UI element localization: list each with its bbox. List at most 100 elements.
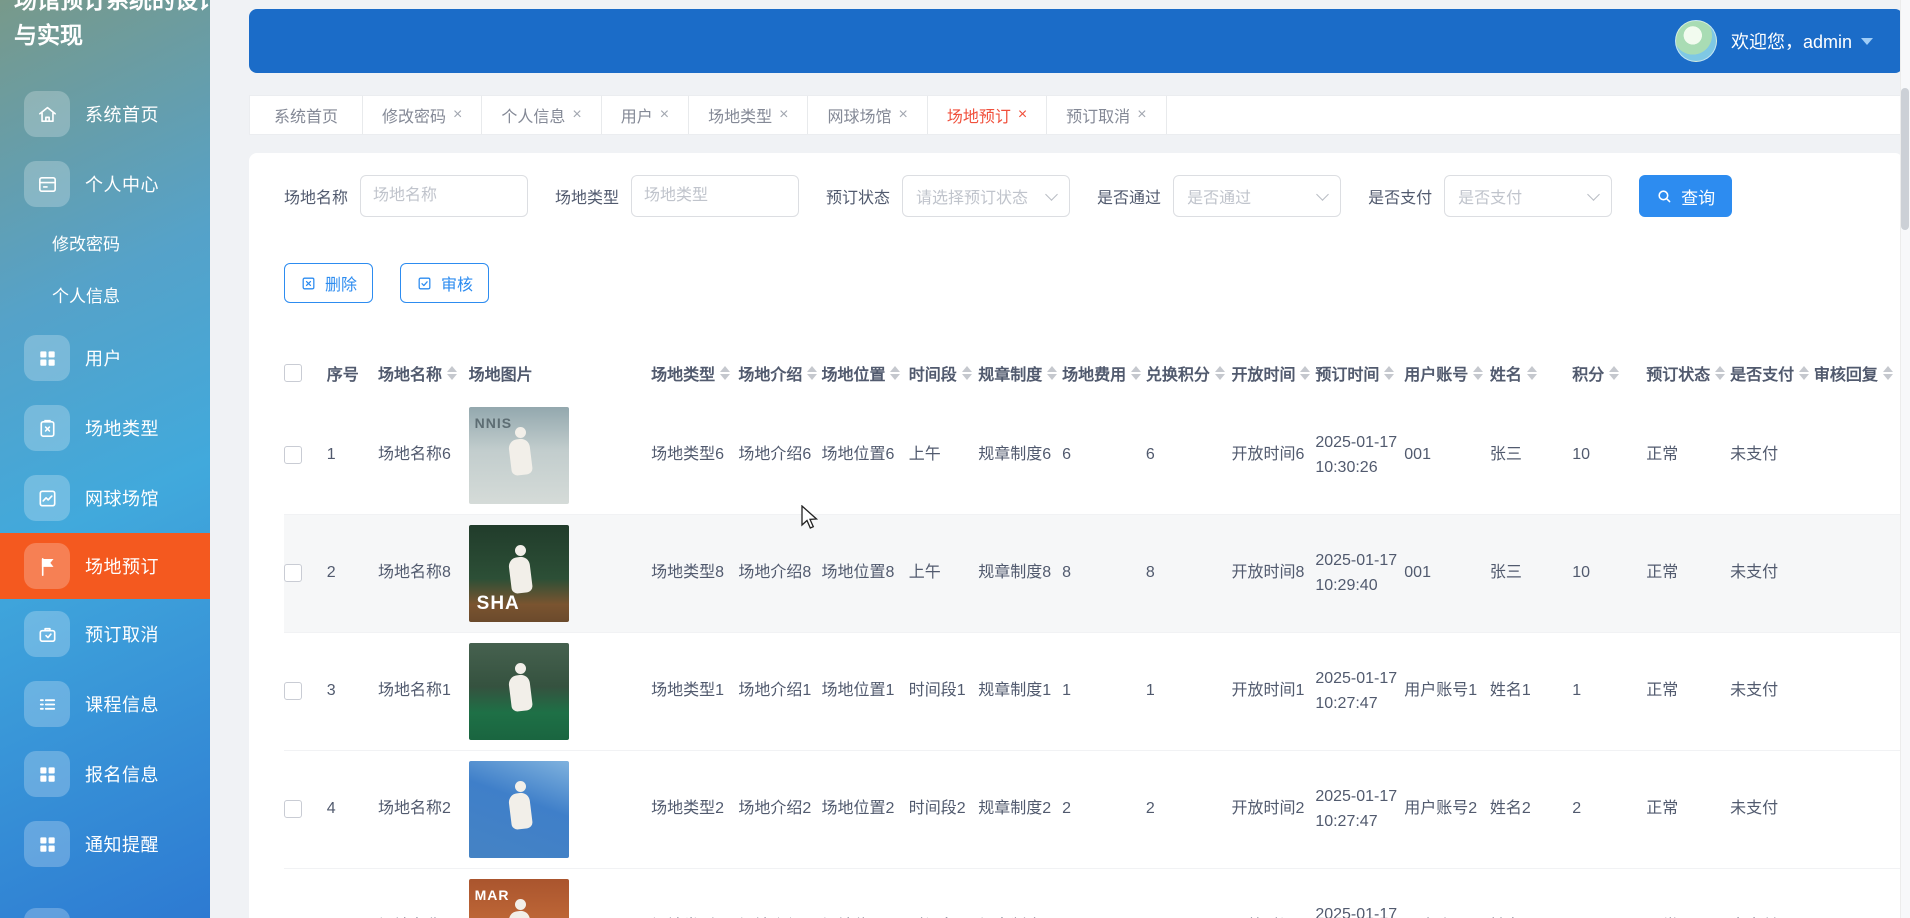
sidebar-item[interactable]: 预订取消 (0, 599, 210, 669)
column-header-label: 开放时间 (1231, 361, 1295, 385)
cell-checkbox (284, 515, 327, 633)
sidebar-item[interactable]: 网球场馆 (0, 463, 210, 533)
sort-caret-icon[interactable] (1527, 366, 1537, 380)
cell-location: 场地位置6 (821, 397, 908, 515)
sort-caret-icon[interactable] (1609, 366, 1619, 380)
select-all-checkbox[interactable] (284, 364, 302, 382)
filter-type-input[interactable] (631, 175, 799, 217)
cell-open_time: 开放时间1 (1231, 633, 1315, 751)
filter-pay-select[interactable]: 是否支付 (1444, 175, 1612, 217)
sidebar-item[interactable]: 通知提醒 (0, 809, 210, 879)
column-header: 开放时间 (1231, 349, 1315, 397)
cell-realname: 姓名2 (1490, 751, 1572, 869)
cell-seq: 5 (327, 869, 378, 918)
search-button[interactable]: 查询 (1639, 175, 1732, 217)
cell-points: 2 (1572, 751, 1646, 869)
cell-exchange: 1 (1146, 633, 1232, 751)
tab[interactable]: 场地预订 × (928, 96, 1047, 134)
column-header: 场地图片 (469, 349, 652, 397)
review-button[interactable]: 审核 (400, 263, 489, 303)
cell-rules: 规章制度1 (978, 633, 1062, 751)
tab[interactable]: 个人信息× (482, 96, 601, 134)
filter-name-input[interactable] (360, 175, 528, 217)
sort-caret-icon[interactable] (1047, 366, 1057, 380)
sidebar-item[interactable]: 课程信息 (0, 669, 210, 739)
cell-location: 场地位置3 (821, 869, 908, 918)
sidebar-subitem[interactable]: 个人信息 (0, 271, 210, 323)
sort-caret-icon[interactable] (1300, 366, 1310, 380)
sidebar-item[interactable]: 报名信息 (0, 739, 210, 809)
close-icon[interactable]: × (660, 106, 669, 124)
clipboard-icon (24, 405, 70, 451)
sort-caret-icon[interactable] (1715, 366, 1725, 380)
column-header: 预订时间 (1315, 349, 1404, 397)
column-header: 用户账号 (1404, 349, 1490, 397)
tab-label: 场地预订 (947, 103, 1011, 127)
close-icon[interactable]: × (779, 106, 788, 124)
photo-text: MAR (475, 885, 510, 907)
sort-caret-icon[interactable] (962, 366, 972, 380)
close-icon[interactable]: × (572, 106, 581, 124)
sidebar-item[interactable]: 场地预订 (0, 533, 210, 599)
cell-realname: 姓名3 (1490, 869, 1572, 918)
filter-status-label: 预订状态 (826, 184, 890, 208)
close-icon[interactable]: × (1018, 106, 1027, 124)
close-icon[interactable]: × (453, 106, 462, 124)
cell-checkbox (284, 397, 327, 515)
sort-caret-icon[interactable] (1473, 366, 1483, 380)
cell-open_time: 开放时间3 (1231, 869, 1315, 918)
tab[interactable]: 场地类型× (689, 96, 808, 134)
cell-image: NNIS (469, 397, 652, 515)
cell-checkbox (284, 751, 327, 869)
close-icon[interactable]: × (1137, 106, 1146, 124)
sort-caret-icon[interactable] (807, 366, 817, 380)
sort-caret-icon[interactable] (720, 366, 730, 380)
search-button-label: 查询 (1681, 184, 1715, 209)
sidebar-item[interactable]: 系统首页 (0, 79, 210, 149)
filter-pass-select[interactable]: 是否通过 (1173, 175, 1341, 217)
column-header-label: 是否支付 (1730, 361, 1794, 385)
avatar[interactable] (1675, 20, 1717, 62)
cell-points: 3 (1572, 869, 1646, 918)
scrollbar-track[interactable] (1900, 0, 1910, 918)
sort-caret-icon[interactable] (1799, 366, 1809, 380)
sort-caret-icon[interactable] (890, 366, 900, 380)
filter-status-select[interactable]: 请选择预订状态 (902, 175, 1070, 217)
scrollbar-thumb[interactable] (1901, 88, 1909, 230)
sidebar-item[interactable]: 场地类型 (0, 393, 210, 463)
row-checkbox[interactable] (284, 446, 302, 464)
sort-caret-icon[interactable] (1131, 366, 1141, 380)
filter-pass-label: 是否通过 (1097, 184, 1161, 208)
sidebar-item-label: 个人中心 (85, 171, 159, 197)
close-icon[interactable]: × (898, 106, 907, 124)
column-header: 场地名称 (378, 349, 469, 397)
row-checkbox[interactable] (284, 800, 302, 818)
chevron-down-icon (1587, 188, 1600, 201)
sort-caret-icon[interactable] (1215, 366, 1225, 380)
delete-button[interactable]: 删除 (284, 263, 373, 303)
tab[interactable]: 预订取消× (1047, 96, 1166, 134)
sort-caret-icon[interactable] (447, 366, 457, 380)
welcome-text[interactable]: 欢迎您，admin (1731, 28, 1852, 54)
cell-timeslot: 时间段3 (909, 869, 979, 918)
sidebar-subitem[interactable]: 修改密码 (0, 219, 210, 271)
tab[interactable]: 修改密码× (363, 96, 482, 134)
column-header: 预订状态 (1646, 349, 1730, 397)
sort-caret-icon[interactable] (1384, 366, 1394, 380)
tab[interactable]: 系统首页 (250, 96, 363, 134)
column-header-label: 预订时间 (1315, 361, 1379, 385)
row-checkbox[interactable] (284, 682, 302, 700)
sidebar-item[interactable]: 个人中心 (0, 149, 210, 219)
chevron-down-icon[interactable] (1861, 38, 1873, 51)
tab[interactable]: 用户× (602, 96, 689, 134)
tab[interactable]: 网球场馆× (808, 96, 927, 134)
table-header-row: 序号场地名称场地图片场地类型场地介绍场地位置时间段规章制度场地费用兑换积分开放时… (284, 349, 1903, 397)
filter-name-label: 场地名称 (284, 184, 348, 208)
court-photo: SHA (469, 525, 569, 622)
sidebar-item[interactable]: 用户 (0, 323, 210, 393)
row-checkbox[interactable] (284, 564, 302, 582)
sidebar-item-partial[interactable] (24, 908, 70, 918)
column-header-label: 兑换积分 (1146, 361, 1210, 385)
sort-caret-icon[interactable] (1883, 366, 1893, 380)
column-header: 序号 (327, 349, 378, 397)
